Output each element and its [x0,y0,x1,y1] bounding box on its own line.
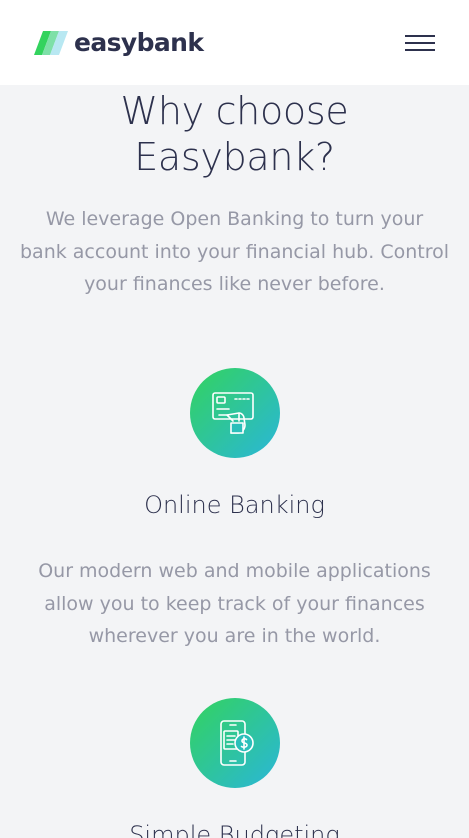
budgeting-icon [190,698,280,788]
site-header: easybank [0,0,469,85]
logo-text: easybank [74,28,204,57]
feature-title: Simple Budgeting [129,821,340,838]
hamburger-menu-icon[interactable] [405,34,435,51]
logo-mark-icon [34,30,68,55]
feature-text: Our modern web and mobile applications a… [38,560,431,647]
section-subtitle: We leverage Open Banking to turn your ba… [20,208,450,295]
easybank-logo[interactable]: easybank [34,28,204,57]
title-line-1: Why choose [120,89,349,133]
section-title: Why choose Easybank? [0,88,469,180]
feature-title: Online Banking [144,491,325,519]
online-banking-icon [190,368,280,458]
title-line-2: Easybank? [134,135,335,179]
